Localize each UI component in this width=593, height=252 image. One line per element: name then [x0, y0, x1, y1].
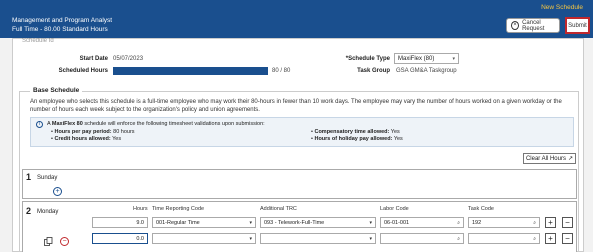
task-code-input[interactable]: ⌕ [468, 233, 540, 244]
schedule-type-label: *Schedule Type [345, 56, 390, 62]
hours-input[interactable]: 9.0 [92, 217, 148, 228]
column-hours: Hours [133, 206, 148, 212]
copy-day-icon[interactable] [44, 237, 53, 246]
rule-holiday-pay: • Hours of holiday pay allowed: Yes [311, 136, 403, 142]
external-link-icon: ↗ [567, 156, 574, 162]
rule-credit-hours: • Credit hours allowed: Yes [51, 136, 122, 142]
trc-select[interactable]: 001-Regular Time ▾ [152, 217, 256, 228]
validation-intro: A MaxiFlex 80 schedule will enforce the … [47, 121, 265, 127]
day-number: 1 [26, 172, 32, 182]
add-row-button[interactable]: + [545, 233, 556, 244]
task-code-input[interactable]: 192 ⌕ [468, 217, 540, 228]
info-icon: i [36, 121, 43, 128]
column-additional-trc: Additional TRC [260, 206, 297, 212]
column-labor-code: Labor Code [380, 206, 409, 212]
progress-fill [113, 67, 268, 75]
chevron-down-icon: ▾ [249, 235, 252, 242]
clear-all-hours-button[interactable]: Clear All Hours ↗ [523, 153, 576, 164]
add-row-icon[interactable]: + [53, 187, 62, 196]
submit-button[interactable]: Submit [565, 17, 590, 34]
base-schedule-title: Base Schedule [30, 87, 83, 94]
start-date-label: Start Date [79, 56, 108, 62]
day-number: 2 [26, 206, 32, 216]
additional-trc-select[interactable]: 093 - Telework-Full-Time ▾ [260, 217, 376, 228]
remove-row-button[interactable]: − [562, 233, 573, 244]
scheduled-hours-label: Scheduled Hours [58, 68, 108, 74]
page-heading: New Schedule [541, 4, 583, 11]
schedule-id-label: Schedule Id [22, 38, 54, 44]
rule-hours-per-pay-period: • Hours per pay period: 80 hours [51, 129, 135, 135]
day-name: Monday [37, 209, 59, 215]
clear-all-hours-label: Clear All Hours [525, 155, 566, 162]
schedule-description: An employee who selects this schedule is… [30, 99, 562, 113]
close-icon: × [511, 21, 520, 30]
trc-select[interactable]: ▾ [152, 233, 256, 244]
app-header: New Schedule Management and Program Anal… [0, 0, 593, 38]
chevron-down-icon: ▾ [369, 219, 372, 226]
chevron-down-icon: ▾ [369, 235, 372, 242]
hours-input[interactable]: 0.0 [92, 233, 148, 244]
cancel-request-label: Cancel Request [522, 19, 545, 32]
labor-code-input[interactable]: ⌕ [380, 233, 464, 244]
search-icon: ⌕ [533, 219, 536, 226]
task-group-value: GSA GM&A Taskgroup [396, 68, 457, 74]
delete-day-icon[interactable]: − [60, 237, 69, 246]
validation-info-box: i A MaxiFlex 80 schedule will enforce th… [30, 117, 574, 147]
additional-trc-select[interactable]: ▾ [260, 233, 376, 244]
chevron-down-icon: ▾ [249, 219, 252, 226]
remove-row-button[interactable]: − [562, 217, 573, 228]
cancel-request-button[interactable]: × Cancel Request [506, 18, 560, 33]
scheduled-hours-value: 80 / 80 [272, 68, 291, 74]
scheduled-hours-progress [113, 67, 268, 75]
search-icon: ⌕ [533, 235, 536, 242]
task-group-label: Task Group [357, 68, 390, 74]
day-name: Sunday [37, 175, 58, 181]
search-icon: ⌕ [457, 219, 460, 226]
rule-compensatory-time: • Compensatory time allowed: Yes [311, 129, 400, 135]
position-title: Management and Program Analyst [12, 17, 113, 24]
day-sunday: 1 Sunday + [22, 169, 577, 199]
column-trc: Time Reporting Code [152, 206, 205, 212]
labor-code-input[interactable]: 06-01-001 ⌕ [380, 217, 464, 228]
search-icon: ⌕ [457, 235, 460, 242]
position-subtitle: Full Time - 80.00 Standard Hours [12, 26, 108, 33]
add-row-button[interactable]: + [545, 217, 556, 228]
chevron-down-icon: ▾ [452, 55, 455, 62]
column-task-code: Task Code [468, 206, 494, 212]
start-date-value: 05/07/2023 [113, 56, 144, 62]
schedule-type-select[interactable]: MaxiFlex (80) ▾ [394, 53, 459, 64]
schedule-type-value: MaxiFlex (80) [398, 55, 435, 62]
